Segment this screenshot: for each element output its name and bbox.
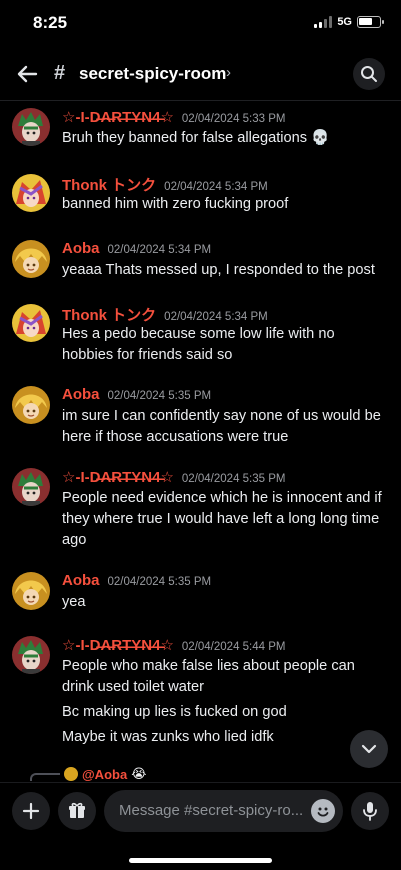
- message-timestamp: 02/04/2024 5:35 PM: [107, 576, 212, 588]
- message-input[interactable]: Message #secret-spicy-ro...: [104, 790, 343, 832]
- reply-emoji: 😭: [131, 766, 147, 781]
- message-text: hobbies for friends said so: [62, 347, 233, 363]
- message-timestamp: 02/04/2024 5:34 PM: [164, 181, 268, 193]
- message-timestamp: 02/04/2024 5:35 PM: [181, 473, 286, 485]
- message-text: yea: [62, 594, 86, 610]
- avatar[interactable]: [12, 304, 50, 342]
- avatar[interactable]: [12, 572, 50, 610]
- author-name: ☆-I-D̶A̶R̶T̶Y̶N̶4̶☆: [62, 109, 174, 126]
- channel-hash-icon: #: [54, 62, 66, 84]
- status-indicators: 5G: [314, 16, 384, 28]
- network-type: 5G: [337, 16, 352, 28]
- message-text: Bruh they banned for false allegations 💀: [62, 130, 330, 146]
- message-timestamp: 02/04/2024 5:44 PM: [181, 641, 286, 653]
- message-text: drink used toilet water: [62, 679, 204, 695]
- avatar[interactable]: [12, 468, 50, 506]
- composer-bar: Message #secret-spicy-ro...: [0, 782, 401, 870]
- status-time: 8:25: [33, 13, 68, 32]
- home-indicator: [129, 858, 272, 863]
- message-author[interactable]: Aoba 02/04/2024 5:35 PM: [62, 386, 211, 403]
- message-text: Maybe it was zunks who lied idfk: [62, 729, 274, 745]
- author-name: ☆-I-D̶A̶R̶T̶Y̶N̶4̶☆: [62, 637, 174, 654]
- search-button[interactable]: [353, 58, 385, 90]
- message-text: here if those accusations were true: [62, 429, 289, 445]
- reply-avatar: [64, 767, 78, 781]
- message-author[interactable]: ☆-I-D̶A̶R̶T̶Y̶N̶4̶☆ 02/04/2024 5:44 PM: [62, 636, 286, 654]
- message-author[interactable]: Thonk トンク 02/04/2024 5:34 PM: [62, 174, 268, 195]
- chat-screen: 8:25 5G # secret-spicy-room › ☆-I-D̶A̶R̶…: [0, 0, 401, 870]
- avatar[interactable]: [12, 636, 50, 674]
- back-arrow-icon: [17, 65, 38, 83]
- gift-icon: [69, 802, 85, 818]
- message-text: Hes a pedo because some low life with no: [62, 326, 335, 342]
- message-text: People need evidence which he is innocen…: [62, 490, 382, 506]
- channel-header: # secret-spicy-room ›: [0, 52, 401, 96]
- message-author[interactable]: ☆-I-D̶A̶R̶T̶Y̶N̶4̶☆ 02/04/2024 5:33 PM: [62, 108, 286, 126]
- author-name: Aoba: [62, 386, 100, 403]
- message-text: im sure I can confidently say none of us…: [62, 408, 381, 424]
- header-divider: [0, 100, 401, 101]
- avatar[interactable]: [12, 174, 50, 212]
- plus-icon: [22, 802, 40, 820]
- jump-to-bottom-button[interactable]: [350, 730, 388, 768]
- message-text: banned him with zero fucking proof: [62, 196, 289, 212]
- voice-message-button[interactable]: [351, 792, 389, 830]
- avatar[interactable]: [12, 108, 50, 146]
- reply-mention: @Aoba: [82, 766, 128, 782]
- reply-connector: [30, 773, 60, 781]
- reply-preview[interactable]: @Aoba 😭: [30, 766, 146, 782]
- message-author[interactable]: ☆-I-D̶A̶R̶T̶Y̶N̶4̶☆ 02/04/2024 5:35 PM: [62, 468, 286, 486]
- message-input-placeholder: Message #secret-spicy-ro...: [119, 802, 304, 819]
- message-text: People who make false lies about people …: [62, 658, 355, 674]
- channel-name[interactable]: secret-spicy-room: [79, 64, 226, 84]
- author-name: ☆-I-D̶A̶R̶T̶Y̶N̶4̶☆: [62, 469, 174, 486]
- gift-button[interactable]: [58, 792, 96, 830]
- author-name: Aoba: [62, 240, 100, 257]
- battery-icon: [357, 16, 384, 28]
- message-text: Bc making up lies is fucked on god: [62, 704, 287, 720]
- message-timestamp: 02/04/2024 5:33 PM: [181, 113, 286, 125]
- author-name: Aoba: [62, 572, 100, 589]
- search-icon: [361, 66, 377, 82]
- cellular-signal-icon: [314, 16, 333, 28]
- status-bar: 8:25 5G: [0, 0, 401, 48]
- message-text: ago: [62, 532, 87, 548]
- message-text: yeaaa Thats messed up, I responded to th…: [62, 262, 375, 278]
- message-timestamp: 02/04/2024 5:34 PM: [107, 244, 212, 256]
- message-author[interactable]: Aoba 02/04/2024 5:35 PM: [62, 572, 211, 589]
- message-author[interactable]: Thonk トンク 02/04/2024 5:34 PM: [62, 304, 268, 325]
- avatar[interactable]: [12, 240, 50, 278]
- message-timestamp: 02/04/2024 5:34 PM: [164, 311, 268, 323]
- message-author[interactable]: Aoba 02/04/2024 5:34 PM: [62, 240, 211, 257]
- smiley-icon: [317, 807, 329, 817]
- back-button[interactable]: [14, 60, 42, 88]
- chevron-down-icon: [361, 744, 377, 754]
- emoji-button[interactable]: [311, 799, 335, 823]
- microphone-icon: [363, 802, 377, 821]
- chevron-right-icon[interactable]: ›: [226, 64, 231, 81]
- add-attachment-button[interactable]: [12, 792, 50, 830]
- author-name: Thonk トンク: [62, 307, 157, 324]
- author-name: Thonk トンク: [62, 177, 157, 194]
- message-text: they where true I would have left a long…: [62, 511, 380, 527]
- message-timestamp: 02/04/2024 5:35 PM: [107, 390, 212, 402]
- avatar[interactable]: [12, 386, 50, 424]
